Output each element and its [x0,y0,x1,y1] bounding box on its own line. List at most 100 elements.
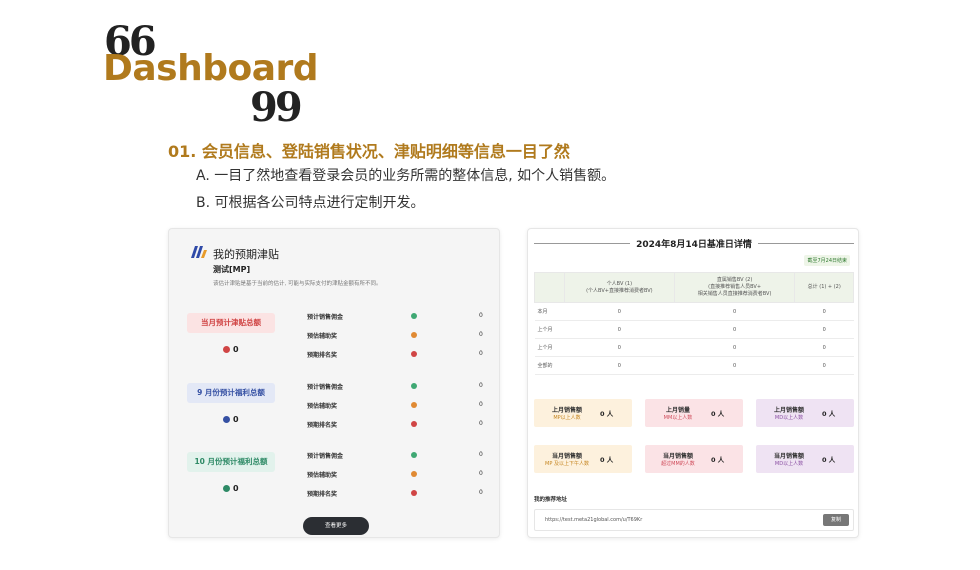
stat-card-subtitle: MP以上人数 [553,415,581,421]
table-cell: 0 [564,338,675,357]
allowance-row: 预期排名奖 0 [305,349,485,361]
view-more-button[interactable]: 查看更多 [303,517,369,535]
allowance-row-label: 预期排名奖 [307,491,338,498]
allowance-row-label: 预计销售佣金 [307,314,344,321]
referral-url-text: https://test.meta21global.com/u/T69Kr [545,517,643,523]
base-date-detail-panel: 2024年8月14日基准日详情 截至7月24日结束 个人BV (1) (个人BV+… [527,228,859,538]
allowance-row: 预期排名奖 0 [305,488,485,500]
stat-card-subtitle: MP 及以上下午人数 [545,461,589,467]
coin-icon [223,485,230,492]
table-cell: 0 [674,302,795,321]
slide-title: Dashboard [103,48,319,89]
table-row: 上个月 0 0 0 [534,338,854,357]
status-dot-icon [411,490,417,496]
allowance-row: 预期排名奖 0 [305,419,485,431]
section-total: 0 [223,415,239,424]
status-dot-icon [411,402,417,408]
stat-card: 当月销售额 超过MM的人数 0 人 [645,445,743,473]
feature-point-a: A. 一目了然地查看登录会员的业务所需的整体信息, 如个人销售额。 [196,168,616,184]
stat-card-value: 0 人 [822,456,836,464]
section-badge: 10 月份预计福利总额 [187,452,275,472]
table-cell: 0 [564,356,675,375]
stat-card-subtitle: MD以上人数 [774,415,804,421]
allowance-row-value: 0 [479,382,483,389]
expected-allowance-panel: 我的预期津贴 测试[MP] 该估计津贴是基于当前的估计, 可能与实际支付的津贴金… [168,228,500,538]
stat-card-title: 上月销售额 [773,407,804,414]
allowance-row: 预估辅助奖 0 [305,400,485,412]
status-dot-icon [411,452,417,458]
table-header: 总计 (1) + (2) [794,272,854,303]
allowance-row-value: 0 [479,451,483,458]
stat-card: 上月销售额 MP以上人数 0 人 [534,399,632,427]
allowance-row-label: 预估辅助奖 [307,333,338,340]
table-cell: 全部的 [534,356,565,375]
table-header: 直属销售BV (2) (直接推荐销售人员BV+ 相关销售人员直接推荐消费者BV) [673,272,796,303]
copy-button[interactable]: 复制 [823,514,849,526]
allowance-row-value: 0 [479,331,483,338]
brand-logo-icon [191,246,207,258]
referral-label: 我的推荐地址 [534,497,568,503]
allowance-section-current: 当月预计津贴总额 0 预计销售佣金 0 预估辅助奖 0 预期排名奖 0 [169,309,501,371]
section-badge: 当月预计津贴总额 [187,313,275,333]
section-total-value: 0 [233,484,239,493]
stat-card: 当月销售额 MD以上人数 0 人 [756,445,854,473]
table-cell: 0 [794,320,854,339]
referral-url-field[interactable]: https://test.meta21global.com/u/T69Kr 复制 [534,509,854,531]
stat-card-value: 0 人 [600,456,614,464]
table-cell: 0 [674,356,795,375]
bv-table: 个人BV (1) (个人BV+直接推荐消费者BV) 直属销售BV (2) (直接推荐… [534,272,854,375]
stat-card-title: 当月销售额 [551,453,582,460]
table-cell: 0 [794,302,854,321]
coin-icon [223,416,230,423]
table-cell: 0 [564,302,675,321]
feature-point-b: B. 可根据各公司特点进行定制开发。 [196,195,425,211]
stat-card-subtitle: MM以上人数 [663,415,693,421]
stat-card: 当月销售额 MP 及以上下午人数 0 人 [534,445,632,473]
allowance-row-value: 0 [479,350,483,357]
stat-card-title: 上月销量 [665,407,690,414]
table-row: 本月 0 0 0 [534,302,854,321]
allowance-row-label: 预期排名奖 [307,352,338,359]
section-total-value: 0 [233,415,239,424]
allowance-row: 预计销售佣金 0 [305,381,485,393]
allowance-row-label: 预计销售佣金 [307,453,344,460]
table-row: 全部的 0 0 0 [534,356,854,375]
allowance-row-value: 0 [479,312,483,319]
feature-heading: 01. 会员信息、登陆销售状况、津贴明细等信息一目了然 [168,142,570,161]
allowance-row: 预估辅助奖 0 [305,330,485,342]
table-cell: 本月 [534,302,565,321]
status-dot-icon [411,332,417,338]
section-total: 0 [223,484,239,493]
table-cell: 0 [674,338,795,357]
section-total: 0 [223,345,239,354]
table-cell: 0 [794,338,854,357]
stat-card-value: 0 人 [711,410,725,418]
stat-card: 上月销量 MM以上人数 0 人 [645,399,743,427]
panel-title: 我的预期津贴 [213,248,279,261]
section-total-value: 0 [233,345,239,354]
allowance-section-september: 9 月份预计福利总额 0 预计销售佣金 0 预估辅助奖 0 预期排名奖 0 [169,379,501,441]
status-dot-icon [411,313,417,319]
stat-card-value: 0 人 [822,410,836,418]
table-header-row: 个人BV (1) (个人BV+直接推荐消费者BV) 直属销售BV (2) (直接推荐… [534,272,854,303]
allowance-row: 预计销售佣金 0 [305,311,485,323]
stat-card-subtitle: 超过MM的人数 [661,461,695,467]
table-cell: 上个月 [534,338,565,357]
allowance-row: 预估辅助奖 0 [305,469,485,481]
coin-icon [223,346,230,353]
stat-card-title: 当月销售额 [662,453,693,460]
allowance-row-value: 0 [479,470,483,477]
allowance-row-value: 0 [479,489,483,496]
stat-card-title: 上月销售额 [551,407,582,414]
period-badge: 截至7月24日结束 [804,255,850,266]
table-row: 上个月 0 0 0 [534,320,854,339]
table-cell: 0 [564,320,675,339]
table-header: 个人BV (1) (个人BV+直接推荐消费者BV) [564,272,675,303]
status-dot-icon [411,471,417,477]
allowance-row-label: 预计销售佣金 [307,384,344,391]
stat-card-value: 0 人 [711,456,725,464]
allowance-row-label: 预估辅助奖 [307,472,338,479]
section-badge: 9 月份预计福利总额 [187,383,275,403]
allowance-row-value: 0 [479,420,483,427]
status-dot-icon [411,421,417,427]
